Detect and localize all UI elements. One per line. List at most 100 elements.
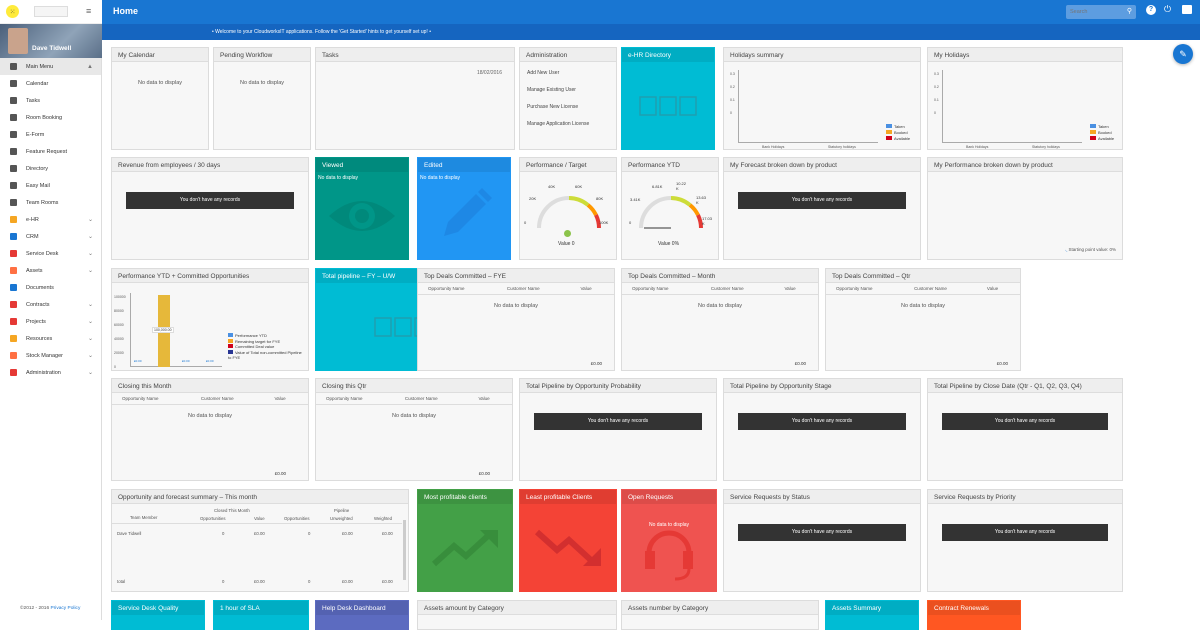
edit-fab-button[interactable]: ✎ bbox=[1173, 44, 1193, 64]
chevron-icon[interactable]: ⌄ bbox=[88, 318, 93, 325]
help-desk-widget[interactable]: Help Desk Dashboard bbox=[315, 600, 409, 630]
widget-title[interactable]: Open Requests bbox=[622, 490, 716, 504]
widget-title[interactable]: Revenue from employees / 30 days bbox=[112, 158, 308, 172]
widget-title[interactable]: 1 hour of SLA bbox=[214, 601, 308, 615]
column-header[interactable]: Customer Name bbox=[904, 283, 977, 295]
widget-title[interactable]: Tasks bbox=[316, 48, 514, 62]
column-header[interactable]: Opportunity Name bbox=[826, 283, 905, 295]
widget-title[interactable]: Top Deals Committed – FYE bbox=[418, 269, 614, 283]
column-header[interactable]: Customer Name bbox=[496, 283, 571, 295]
column-header[interactable]: Value bbox=[774, 283, 818, 295]
widget-title[interactable]: Most profitable clients bbox=[418, 490, 512, 504]
admin-link-manage-user[interactable]: Manage Existing User bbox=[527, 87, 576, 93]
widget-title[interactable]: Service Requests by Status bbox=[724, 490, 920, 504]
widget-title[interactable]: Total Pipeline by Close Date (Qtr - Q1, … bbox=[928, 379, 1122, 393]
column-header[interactable]: Value bbox=[976, 283, 1020, 295]
widget-title[interactable]: Least profitable Clients bbox=[520, 490, 616, 504]
widget-title[interactable]: Assets Summary bbox=[826, 601, 918, 615]
sidebar-item-calendar[interactable]: Calendar bbox=[0, 75, 101, 92]
edited-widget[interactable]: Edited No data to display bbox=[417, 157, 511, 260]
widget-title[interactable]: Administration bbox=[520, 48, 616, 62]
sidebar-item-administration[interactable]: Administration ⌄ bbox=[0, 364, 101, 381]
sidebar-item-easy-mail[interactable]: Easy Mail bbox=[0, 177, 101, 194]
sidebar-item-stock-manager[interactable]: Stock Manager ⌄ bbox=[0, 347, 101, 364]
help-icon[interactable]: ? bbox=[1146, 5, 1156, 15]
sidebar-item-directory[interactable]: Directory bbox=[0, 160, 101, 177]
widget-title[interactable]: Pending Workflow bbox=[214, 48, 310, 62]
widget-title[interactable]: Service Desk Quality bbox=[112, 601, 204, 615]
assets-summary-widget[interactable]: Assets Summary bbox=[825, 600, 919, 630]
chevron-icon[interactable]: ⌄ bbox=[88, 267, 93, 274]
widget-title[interactable]: Total Pipeline by Opportunity Stage bbox=[724, 379, 920, 393]
chevron-icon[interactable]: ⌄ bbox=[88, 216, 93, 223]
column-header[interactable]: Customer Name bbox=[394, 393, 469, 405]
widget-title[interactable]: My Calendar bbox=[112, 48, 208, 62]
widget-title[interactable]: Top Deals Committed – Qtr bbox=[826, 269, 1020, 283]
widget-title[interactable]: Closing this Qtr bbox=[316, 379, 512, 393]
privacy-policy-link[interactable]: Privacy Policy bbox=[50, 606, 80, 611]
search-input[interactable] bbox=[1070, 7, 1120, 17]
column-header[interactable]: Opportunity Name bbox=[622, 283, 701, 295]
sidebar-item-main-menu[interactable]: Main Menu ▲ bbox=[0, 58, 101, 75]
sidebar-item-e-hr[interactable]: e-HR ⌄ bbox=[0, 211, 101, 228]
widget-title[interactable]: My Forecast broken down by product bbox=[724, 158, 920, 172]
admin-link-add-user[interactable]: Add New User bbox=[527, 70, 559, 76]
sidebar-item-e-form[interactable]: E-Form bbox=[0, 126, 101, 143]
column-header[interactable]: Customer Name bbox=[190, 393, 265, 405]
ehr-directory-widget[interactable]: e-HR Directory bbox=[621, 47, 715, 150]
chevron-icon[interactable]: ⌄ bbox=[88, 233, 93, 240]
service-desk-quality-widget[interactable]: Service Desk Quality bbox=[111, 600, 205, 630]
user-name[interactable]: Dave Tidwell bbox=[32, 45, 71, 52]
sidebar-item-crm[interactable]: CRM ⌄ bbox=[0, 228, 101, 245]
widget-title[interactable]: Edited bbox=[418, 158, 510, 172]
widget-title[interactable]: Opportunity and forecast summary – This … bbox=[112, 490, 408, 504]
sidebar-item-resources[interactable]: Resources ⌄ bbox=[0, 330, 101, 347]
power-icon[interactable]: ⏻ bbox=[1164, 4, 1171, 15]
sidebar-item-team-rooms[interactable]: Team Rooms bbox=[0, 194, 101, 211]
apps-grid-icon[interactable]: ⁙ bbox=[6, 5, 19, 18]
widget-title[interactable]: Assets number by Category bbox=[622, 601, 818, 615]
sidebar-item-projects[interactable]: Projects ⌄ bbox=[0, 313, 101, 330]
column-header[interactable]: Value bbox=[468, 393, 512, 405]
chevron-icon[interactable]: ⌄ bbox=[88, 352, 93, 359]
chevron-icon[interactable]: ⌄ bbox=[88, 369, 93, 376]
column-header[interactable]: Value bbox=[570, 283, 614, 295]
widget-title[interactable]: Contract Renewals bbox=[928, 601, 1020, 615]
widget-title[interactable]: Total Pipeline by Opportunity Probabilit… bbox=[520, 379, 716, 393]
avatar[interactable] bbox=[8, 28, 28, 54]
widget-title[interactable]: Holidays summary bbox=[724, 48, 920, 62]
widget-title[interactable]: Performance / Target bbox=[520, 158, 616, 172]
widget-title[interactable]: Top Deals Committed – Month bbox=[622, 269, 818, 283]
column-header[interactable]: Opportunity Name bbox=[418, 283, 497, 295]
admin-link-manage-license[interactable]: Manage Application License bbox=[527, 121, 589, 127]
column-header[interactable]: Opportunity Name bbox=[316, 393, 395, 405]
sidebar-item-documents[interactable]: Documents bbox=[0, 279, 101, 296]
sidebar-item-contracts[interactable]: Contracts ⌄ bbox=[0, 296, 101, 313]
widget-title[interactable]: My Performance broken down by product bbox=[928, 158, 1122, 172]
search-icon[interactable]: ⚲ bbox=[1127, 7, 1132, 15]
sidebar-item-feature-request[interactable]: Feature Request bbox=[0, 143, 101, 160]
chat-icon[interactable] bbox=[1182, 5, 1192, 14]
open-requests-widget[interactable]: Open Requests No data to display bbox=[621, 489, 717, 592]
chevron-icon[interactable]: ⌄ bbox=[88, 335, 93, 342]
widget-title[interactable]: My Holidays bbox=[928, 48, 1122, 62]
sidebar-item-assets[interactable]: Assets ⌄ bbox=[0, 262, 101, 279]
most-profitable-widget[interactable]: Most profitable clients bbox=[417, 489, 513, 592]
widget-title[interactable]: Closing this Month bbox=[112, 379, 308, 393]
sidebar-item-service-desk[interactable]: Service Desk ⌄ bbox=[0, 245, 101, 262]
least-profitable-widget[interactable]: Least profitable Clients bbox=[519, 489, 617, 592]
widget-title[interactable]: e-HR Directory bbox=[622, 48, 714, 62]
viewed-widget[interactable]: Viewed No data to display bbox=[315, 157, 409, 260]
widget-title[interactable]: Viewed bbox=[316, 158, 408, 172]
widget-title[interactable]: Performance YTD + Committed Opportunitie… bbox=[112, 269, 308, 283]
sidebar-item-room-booking[interactable]: Room Booking bbox=[0, 109, 101, 126]
column-header[interactable]: Value bbox=[264, 393, 308, 405]
chevron-icon[interactable]: ⌄ bbox=[88, 301, 93, 308]
column-header[interactable]: Customer Name bbox=[700, 283, 775, 295]
hamburger-menu-icon[interactable]: ≡ bbox=[86, 6, 91, 16]
contract-renewals-widget[interactable]: Contract Renewals bbox=[927, 600, 1021, 630]
sidebar-item-tasks[interactable]: Tasks bbox=[0, 92, 101, 109]
search-box[interactable]: ⚲ bbox=[1066, 5, 1136, 19]
column-header[interactable]: Opportunity Name bbox=[112, 393, 191, 405]
widget-title[interactable]: Performance YTD bbox=[622, 158, 718, 172]
